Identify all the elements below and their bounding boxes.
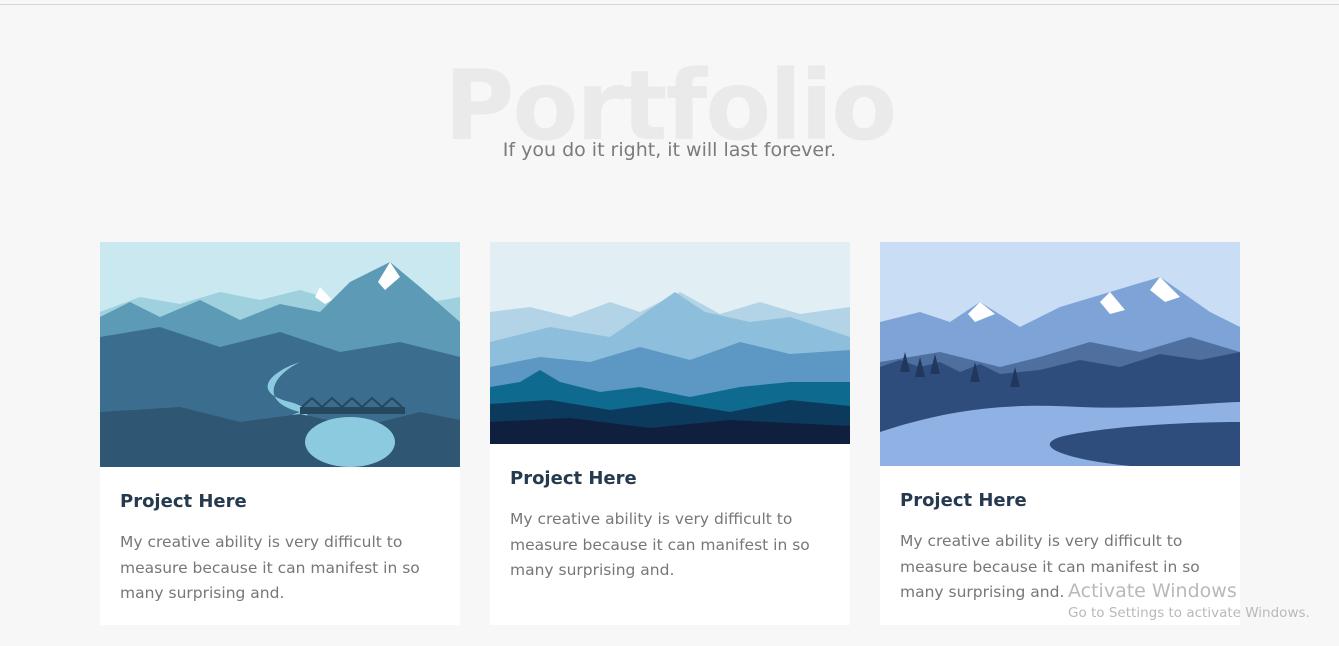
mountain-bridge-illustration[interactable] (100, 242, 460, 467)
watermark-title: Activate Windows (1068, 580, 1237, 602)
card-title[interactable]: Project Here (900, 489, 1220, 513)
mountain-range-illustration[interactable] (490, 242, 850, 444)
portfolio-card-3[interactable]: Project Here My creative ability is very… (880, 242, 1240, 625)
snowy-mountains-river-illustration[interactable] (880, 242, 1240, 466)
section-subtitle: If you do it right, it will last forever… (502, 139, 837, 161)
card-title[interactable]: Project Here (510, 467, 830, 491)
card-description: My creative ability is very difficult to… (120, 533, 420, 602)
card-title[interactable]: Project Here (120, 490, 440, 514)
watermark-subtitle: Go to Settings to activate Windows. (1068, 605, 1310, 621)
portfolio-card-1[interactable]: Project Here My creative ability is very… (100, 242, 460, 625)
card-description: My creative ability is very difficult to… (510, 510, 810, 579)
windows-activation-watermark: Activate Windows Go to Settings to activ… (1068, 579, 1310, 623)
top-divider (0, 4, 1339, 5)
portfolio-card-2[interactable]: Project Here My creative ability is very… (490, 242, 850, 625)
